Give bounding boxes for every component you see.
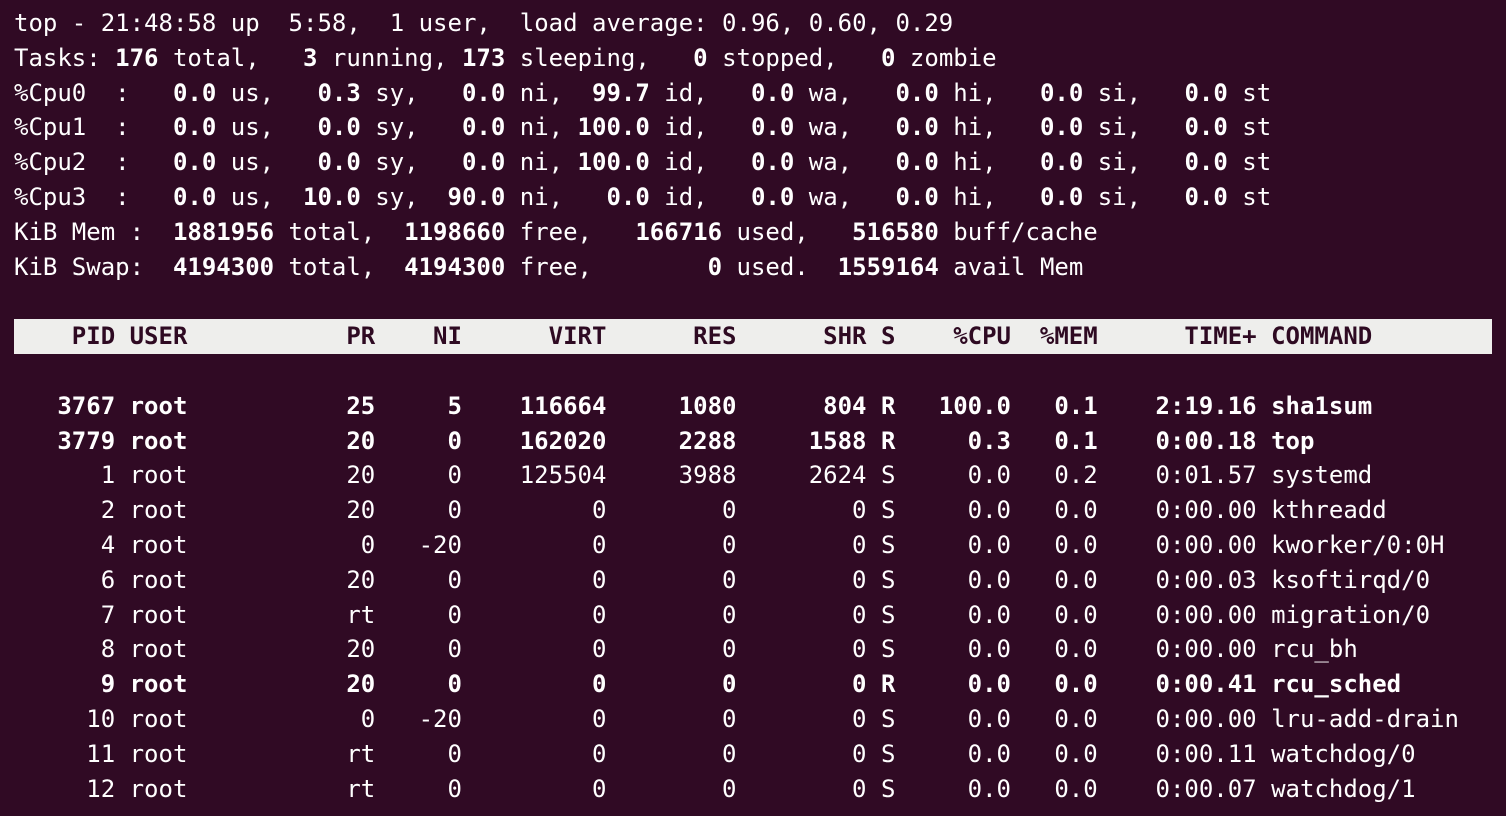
table-row: 3767 root 25 5 116664 1080 804 R 100.0 0…	[14, 392, 1372, 420]
table-row: 2 root 20 0 0 0 0 S 0.0 0.0 0:00.00 kthr…	[14, 496, 1387, 524]
table-row: 7 root rt 0 0 0 0 S 0.0 0.0 0:00.00 migr…	[14, 601, 1430, 629]
table-row: 9 root 20 0 0 0 0 R 0.0 0.0 0:00.41 rcu_…	[14, 670, 1401, 698]
table-row: 11 root rt 0 0 0 0 S 0.0 0.0 0:00.11 wat…	[14, 740, 1416, 768]
summary-line-mem: KiB Mem : 1881956 total, 1198660 free, 1…	[14, 218, 1098, 246]
summary-line-cpu2: %Cpu2 : 0.0 us, 0.0 sy, 0.0 ni, 100.0 id…	[14, 148, 1271, 176]
table-row: 3779 root 20 0 162020 2288 1588 R 0.3 0.…	[14, 427, 1314, 455]
table-row: 1 root 20 0 125504 3988 2624 S 0.0 0.2 0…	[14, 461, 1372, 489]
summary-line-swap: KiB Swap: 4194300 total, 4194300 free, 0…	[14, 253, 1083, 281]
table-row: 8 root 20 0 0 0 0 S 0.0 0.0 0:00.00 rcu_…	[14, 635, 1358, 663]
process-table-header: PID USER PR NI VIRT RES SHR S %CPU %MEM …	[14, 319, 1492, 354]
summary-line-top: top - 21:48:58 up 5:58, 1 user, load ave…	[14, 9, 953, 37]
table-row: 12 root rt 0 0 0 0 S 0.0 0.0 0:00.07 wat…	[14, 775, 1416, 803]
top-output[interactable]: top - 21:48:58 up 5:58, 1 user, load ave…	[0, 0, 1506, 816]
summary-line-tasks: Tasks: 176 total, 3 running, 173 sleepin…	[14, 44, 997, 72]
table-row: 6 root 20 0 0 0 0 S 0.0 0.0 0:00.03 ksof…	[14, 566, 1430, 594]
table-row: 10 root 0 -20 0 0 0 S 0.0 0.0 0:00.00 lr…	[14, 705, 1459, 733]
summary-line-cpu0: %Cpu0 : 0.0 us, 0.3 sy, 0.0 ni, 99.7 id,…	[14, 79, 1271, 107]
summary-line-cpu1: %Cpu1 : 0.0 us, 0.0 sy, 0.0 ni, 100.0 id…	[14, 113, 1271, 141]
table-row: 4 root 0 -20 0 0 0 S 0.0 0.0 0:00.00 kwo…	[14, 531, 1444, 559]
summary-line-cpu3: %Cpu3 : 0.0 us, 10.0 sy, 90.0 ni, 0.0 id…	[14, 183, 1271, 211]
